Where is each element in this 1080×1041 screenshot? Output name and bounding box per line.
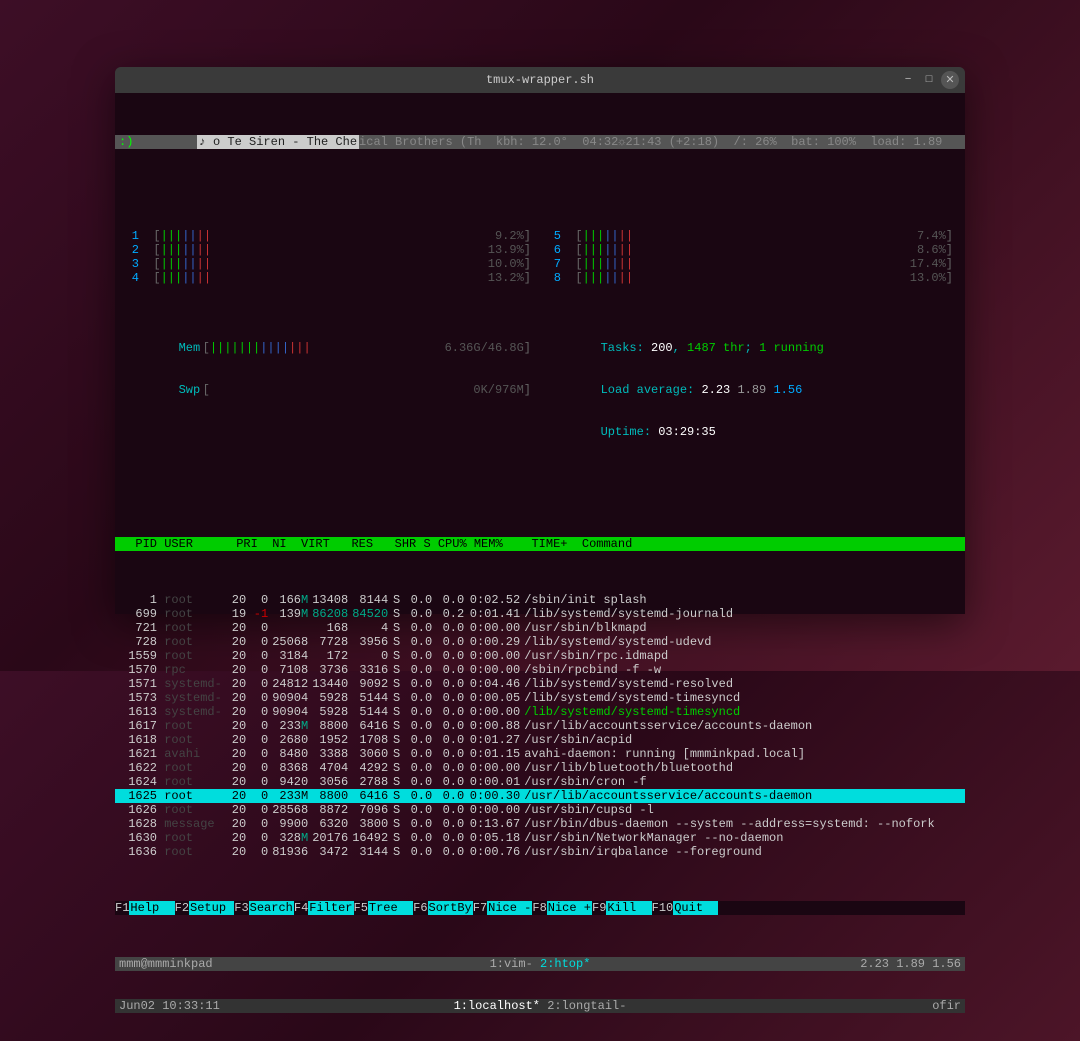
fkey-F6[interactable]: F6 [413, 901, 427, 915]
fkey-F7[interactable]: F7 [473, 901, 487, 915]
process-row[interactable]: 1630 root200328M2017616492S0.00.00:05.18… [115, 831, 965, 845]
terminal-window: tmux-wrapper.sh − □ ✕ :) ♪ o Te Siren - … [115, 67, 965, 614]
uptime-line: Uptime: 03:29:35 [543, 411, 965, 453]
fkey-F4[interactable]: F4 [294, 901, 308, 915]
process-header[interactable]: PID USER PRI NI VIRT RES SHR S CPU% MEM%… [115, 537, 965, 551]
process-row[interactable]: 1628 message200990063203800S0.00.00:13.6… [115, 817, 965, 831]
tmux-loadavg: 2.23 1.89 1.56 [680, 957, 961, 971]
cpu-meters: 1 [|||||||9.2%]5 [|||||||7.4%]2 [|||||||… [115, 229, 965, 285]
loadavg-line: Load average: 2.23 1.89 1.56 [543, 369, 965, 383]
process-row[interactable]: 1625 root200233M88006416S0.00.00:00.30/u… [115, 789, 965, 803]
swp-value: 0K/976M [473, 383, 523, 397]
cpu-4-pct: 13.2% [488, 271, 524, 285]
process-row[interactable]: 1613 systemd-2009090459285144S0.00.00:00… [115, 705, 965, 719]
tmux-user: ofir [680, 999, 961, 1013]
cpu-6-pct: 8.6% [917, 243, 946, 257]
process-row[interactable]: 1570 rpc200710837363316S0.00.00:00.00/sb… [115, 663, 965, 677]
function-keys[interactable]: F1Help F2Setup F3SearchF4FilterF5Tree F6… [115, 901, 965, 915]
tmux-active-window: 2:htop* [540, 957, 590, 971]
smiley-indicator: :) [119, 135, 139, 149]
tasks-line: Tasks: 200, 1487 thr; 1 running [543, 327, 965, 341]
fkey-F10[interactable]: F10 [652, 901, 674, 915]
process-row[interactable]: 1618 root200268019521708S0.00.00:01.27/u… [115, 733, 965, 747]
process-row[interactable]: 1622 root200836847044292S0.00.00:00.00/u… [115, 761, 965, 775]
minimize-button[interactable]: − [899, 71, 917, 89]
mpd-overflow: ical Brothers (Th [359, 135, 481, 149]
process-row[interactable]: 1636 root2008193634723144S0.00.00:00.76/… [115, 845, 965, 859]
swp-label: Swp [179, 383, 203, 397]
process-row[interactable]: 1626 root2002856888727096S0.00.00:00.00/… [115, 803, 965, 817]
fkey-F9[interactable]: F9 [592, 901, 606, 915]
cpu-1-pct: 9.2% [495, 229, 524, 243]
cpu-7-pct: 17.4% [910, 257, 946, 271]
tmux-datetime: Jun02 10:33:11 [119, 999, 400, 1013]
mem-label: Mem [179, 341, 203, 355]
process-list[interactable]: 1 root200166M134088144S0.00.00:02.52/sbi… [115, 593, 965, 859]
process-row[interactable]: 1617 root200233M88006416S0.00.00:00.88/u… [115, 719, 965, 733]
process-row[interactable]: 1573 systemd-2009090459285144S0.00.00:00… [115, 691, 965, 705]
cpu-2-pct: 13.9% [488, 243, 524, 257]
tmux-hostname: mmm@mmminkpad [119, 957, 400, 971]
cpu-5-pct: 7.4% [917, 229, 946, 243]
tmux-status-lower: Jun02 10:33:11 1:localhost* 2:longtail- … [115, 999, 965, 1013]
fkey-F3[interactable]: F3 [234, 901, 248, 915]
system-info: kbh: 12.0° 04:32☼21:43 (+2:18) /: 26% ba… [481, 135, 942, 149]
process-row[interactable]: 721 root2001684S0.00.00:00.00/usr/sbin/b… [115, 621, 965, 635]
cpu-8-pct: 13.0% [910, 271, 946, 285]
close-button[interactable]: ✕ [941, 71, 959, 89]
fkey-F5[interactable]: F5 [354, 901, 368, 915]
process-row[interactable]: 1559 root20031841720S0.00.00:00.00/usr/s… [115, 649, 965, 663]
maximize-button[interactable]: □ [920, 71, 938, 89]
fkey-F1[interactable]: F1 [115, 901, 129, 915]
process-row[interactable]: 699 root19-1139M8620884520S0.00.20:01.41… [115, 607, 965, 621]
mem-value: 6.36G/46.8G [445, 341, 524, 355]
titlebar[interactable]: tmux-wrapper.sh − □ ✕ [115, 67, 965, 93]
process-row[interactable]: 1621 avahi200848033883060S0.00.00:01.15a… [115, 747, 965, 761]
terminal-content: :) ♪ o Te Siren - The Cheical Brothers (… [115, 93, 965, 614]
cpu-3-pct: 10.0% [488, 257, 524, 271]
process-row[interactable]: 728 root2002506877283956S0.00.00:00.29/l… [115, 635, 965, 649]
process-row[interactable]: 1 root200166M134088144S0.00.00:02.52/sbi… [115, 593, 965, 607]
fkey-F8[interactable]: F8 [532, 901, 546, 915]
process-row[interactable]: 1624 root200942030562788S0.00.00:00.01/u… [115, 775, 965, 789]
mpd-now-playing: ♪ o Te Siren - The Che [197, 135, 359, 149]
tmux-status-upper: mmm@mmminkpad 1:vim- 2:htop* 2.23 1.89 1… [115, 957, 965, 971]
fkey-F2[interactable]: F2 [175, 901, 189, 915]
tmux-sessions: 1:localhost* 2:longtail- [400, 999, 681, 1013]
process-row[interactable]: 1571 systemd-20024812134409092S0.00.00:0… [115, 677, 965, 691]
top-status-bar: :) ♪ o Te Siren - The Cheical Brothers (… [115, 135, 965, 149]
window-title: tmux-wrapper.sh [486, 73, 594, 87]
